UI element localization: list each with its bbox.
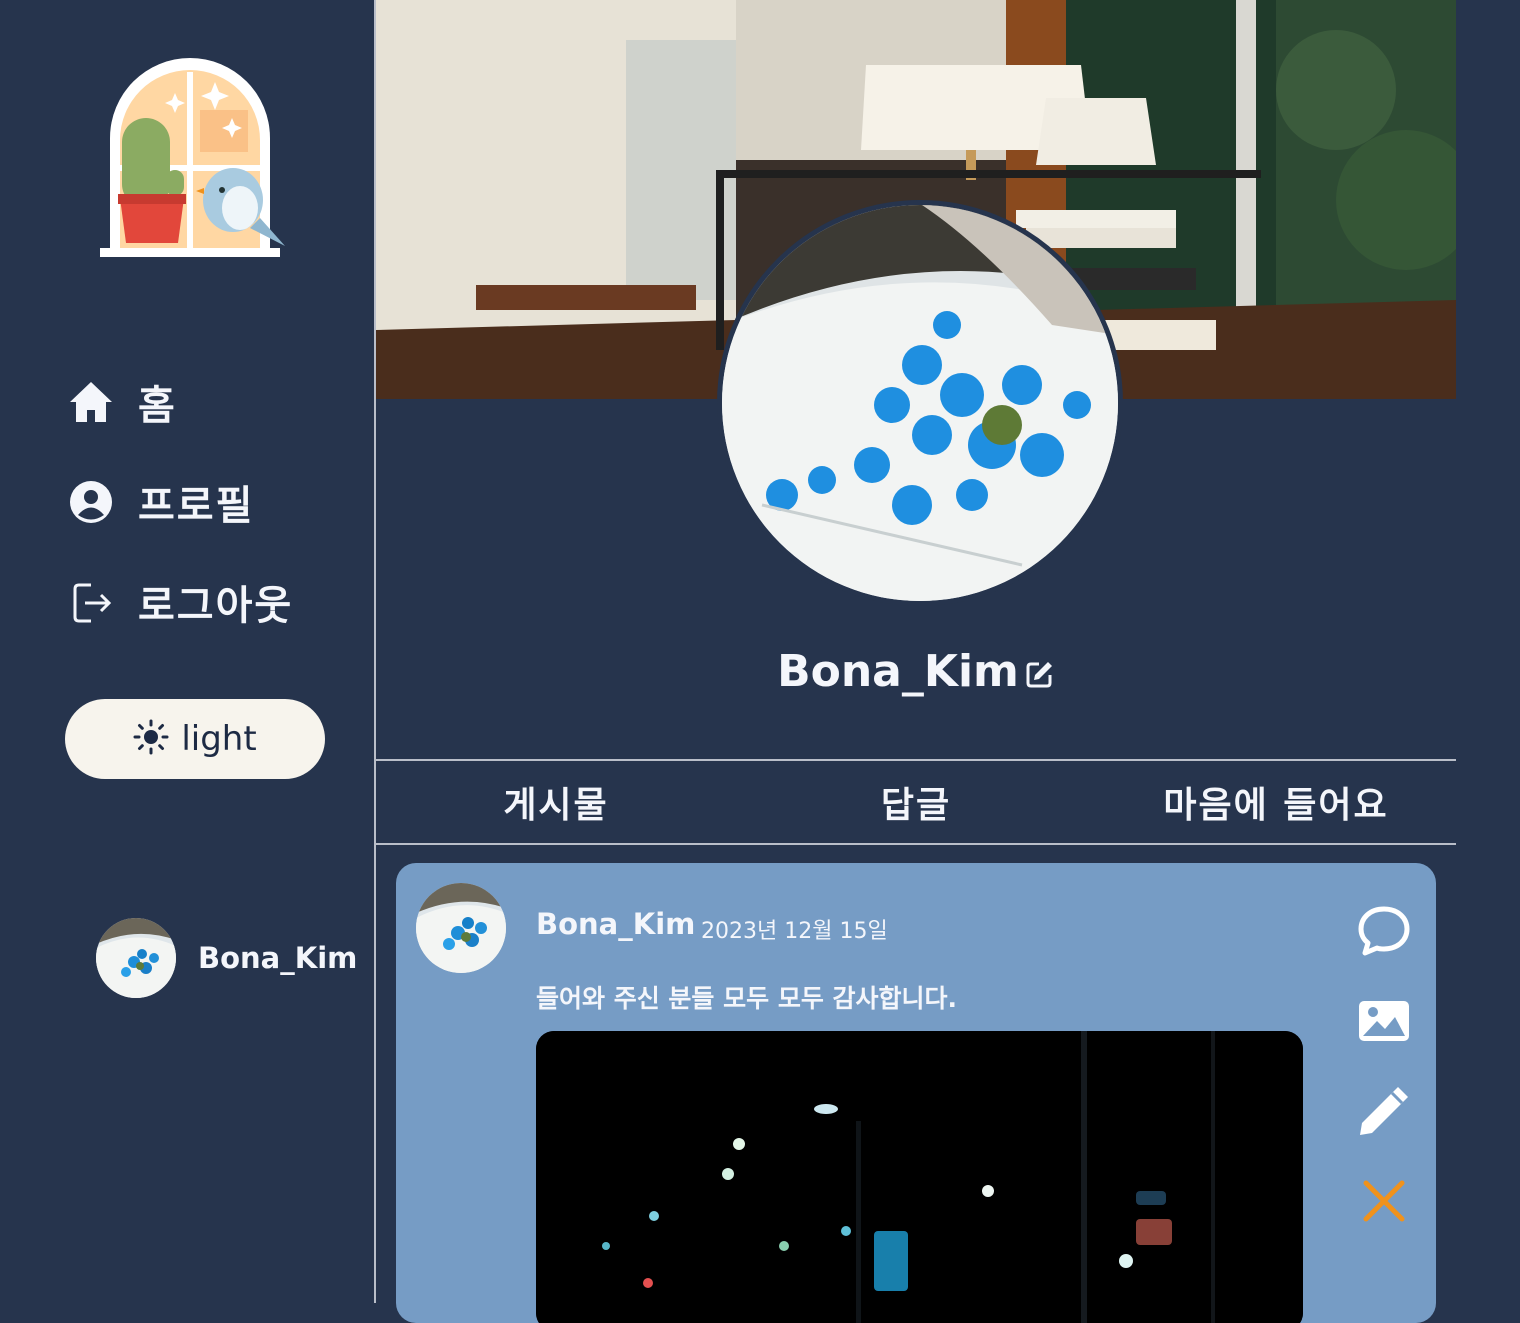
edit-icon[interactable]	[1025, 649, 1055, 700]
nav-logout[interactable]: 로그아웃	[66, 573, 293, 631]
post-date: 2023년 12월 15일	[701, 919, 888, 944]
profile-main: Bona_Kim 게시물 답글 마음에 들어요 Bona_Kim 2023년 1…	[376, 0, 1456, 1323]
current-user[interactable]: Bona_Kim	[96, 918, 357, 998]
tab-posts[interactable]: 게시물	[376, 761, 736, 843]
home-icon	[66, 377, 116, 427]
post-image[interactable]	[536, 1031, 1303, 1323]
edit-post-button[interactable]	[1356, 1085, 1412, 1141]
post-text: 들어와 주신 분들 모두 모두 감사합니다.	[536, 984, 958, 1013]
image-button[interactable]	[1356, 995, 1412, 1051]
theme-toggle-label: light	[181, 719, 257, 759]
pencil-icon	[1356, 1083, 1412, 1143]
delete-post-button[interactable]	[1356, 1175, 1412, 1231]
logout-icon	[66, 577, 116, 627]
user-circle-icon	[66, 477, 116, 527]
image-icon	[1357, 999, 1411, 1047]
nav-home[interactable]: 홈	[66, 373, 177, 431]
nav-home-label: 홈	[138, 383, 177, 429]
post-card: Bona_Kim 2023년 12월 15일 들어와 주신 분들 모두 모두 감…	[396, 863, 1436, 1323]
tab-likes[interactable]: 마음에 들어요	[1096, 761, 1456, 843]
avatar	[96, 918, 176, 998]
post-author-avatar[interactable]	[416, 883, 506, 973]
sidebar: 홈 프로필 로그아웃 light Bona_Kim	[0, 0, 374, 1303]
sun-icon	[133, 719, 169, 759]
window-cactus-bird-logo[interactable]	[100, 58, 290, 263]
close-icon	[1362, 1179, 1406, 1227]
page-right-margin	[1456, 0, 1520, 1303]
tab-replies[interactable]: 답글	[736, 761, 1096, 843]
nav-profile-label: 프로필	[138, 483, 255, 529]
nav-logout-label: 로그아웃	[138, 583, 294, 629]
nav-profile[interactable]: 프로필	[66, 473, 254, 531]
profile-picture[interactable]	[717, 200, 1123, 606]
post-author-name[interactable]: Bona_Kim	[536, 907, 695, 941]
comment-icon	[1357, 905, 1411, 961]
comment-button[interactable]	[1356, 905, 1412, 961]
profile-username: Bona_Kim	[376, 646, 1456, 700]
profile-username-text: Bona_Kim	[777, 646, 1019, 697]
current-user-name: Bona_Kim	[198, 941, 358, 975]
profile-tabs: 게시물 답글 마음에 들어요	[376, 759, 1456, 845]
theme-toggle-button[interactable]: light	[65, 699, 325, 779]
